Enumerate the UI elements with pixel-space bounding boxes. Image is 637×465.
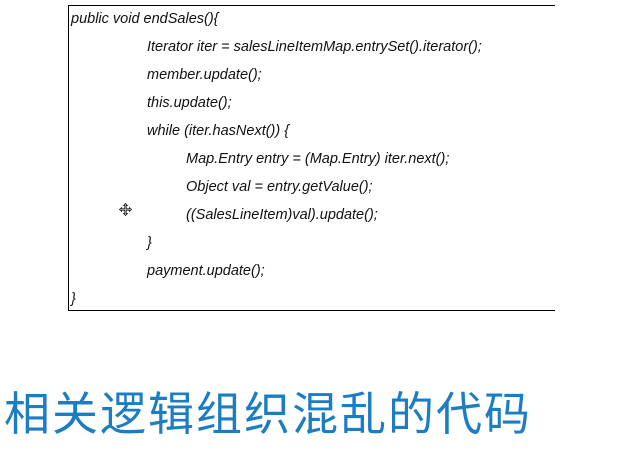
code-line-8: ((SalesLineItem)val).update(); <box>186 207 378 223</box>
code-line-7: Object val = entry.getValue(); <box>186 179 373 195</box>
code-line-9: } <box>147 235 152 251</box>
code-line-10: payment.update(); <box>147 263 265 279</box>
code-line-1: public void endSales(){ <box>71 11 219 27</box>
code-line-2: Iterator iter = salesLineItemMap.entrySe… <box>147 39 482 55</box>
move-cursor-icon <box>119 203 132 216</box>
code-line-6: Map.Entry entry = (Map.Entry) iter.next(… <box>186 151 450 167</box>
code-line-11: } <box>71 291 76 307</box>
code-line-3: member.update(); <box>147 67 262 83</box>
slide-caption: 相关逻辑组织混乱的代码 <box>4 387 532 441</box>
code-line-4: this.update(); <box>147 95 232 111</box>
code-line-5: while (iter.hasNext()) { <box>147 123 290 139</box>
code-snippet-box: public void endSales(){ Iterator iter = … <box>68 5 555 311</box>
